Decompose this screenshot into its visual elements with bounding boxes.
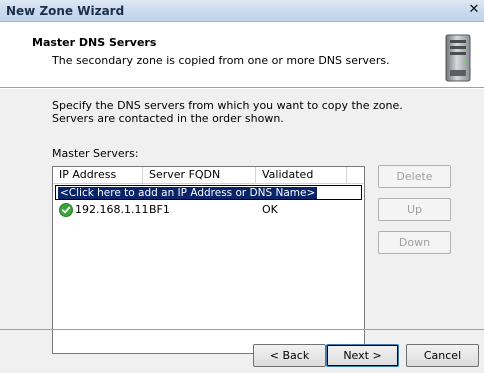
page-subtitle: The secondary zone is copied from one or… — [52, 54, 390, 67]
next-button[interactable]: Next > — [326, 344, 399, 367]
cancel-button[interactable]: Cancel — [406, 344, 479, 367]
page-title: Master DNS Servers — [32, 36, 157, 49]
master-servers-list[interactable]: IP Address Server FQDN Validated <Click … — [52, 166, 365, 354]
wizard-header: Master DNS Servers The secondary zone is… — [0, 22, 484, 88]
master-servers-label: Master Servers: — [52, 147, 139, 160]
down-button[interactable]: Down — [378, 231, 451, 254]
cell-ip-address: 192.168.1.11 — [75, 203, 149, 216]
up-button[interactable]: Up — [378, 198, 451, 221]
green-check-icon — [59, 203, 73, 217]
window-title: New Zone Wizard — [6, 4, 125, 18]
cell-validated: OK — [262, 203, 278, 216]
cell-server-fqdn: BF1 — [149, 203, 170, 216]
back-button[interactable]: < Back — [253, 344, 326, 367]
delete-button[interactable]: Delete — [378, 165, 451, 188]
list-header: IP Address Server FQDN Validated — [53, 167, 364, 184]
add-server-prompt[interactable]: <Click here to add an IP Address or DNS … — [58, 187, 318, 199]
column-server-fqdn[interactable]: Server FQDN — [143, 167, 256, 184]
server-tower-icon — [445, 34, 471, 82]
column-validated[interactable]: Validated — [256, 167, 347, 184]
title-bar: New Zone Wizard ✕ — [0, 0, 484, 22]
close-icon[interactable]: ✕ — [466, 2, 482, 18]
table-row[interactable]: 192.168.1.11 BF1 OK — [53, 202, 364, 218]
wizard-body: Specify the DNS servers from which you w… — [0, 89, 484, 373]
instructions-text: Specify the DNS servers from which you w… — [52, 99, 403, 125]
add-server-row[interactable]: <Click here to add an IP Address or DNS … — [55, 185, 362, 200]
footer-divider — [0, 329, 484, 330]
column-ip-address[interactable]: IP Address — [53, 167, 143, 184]
